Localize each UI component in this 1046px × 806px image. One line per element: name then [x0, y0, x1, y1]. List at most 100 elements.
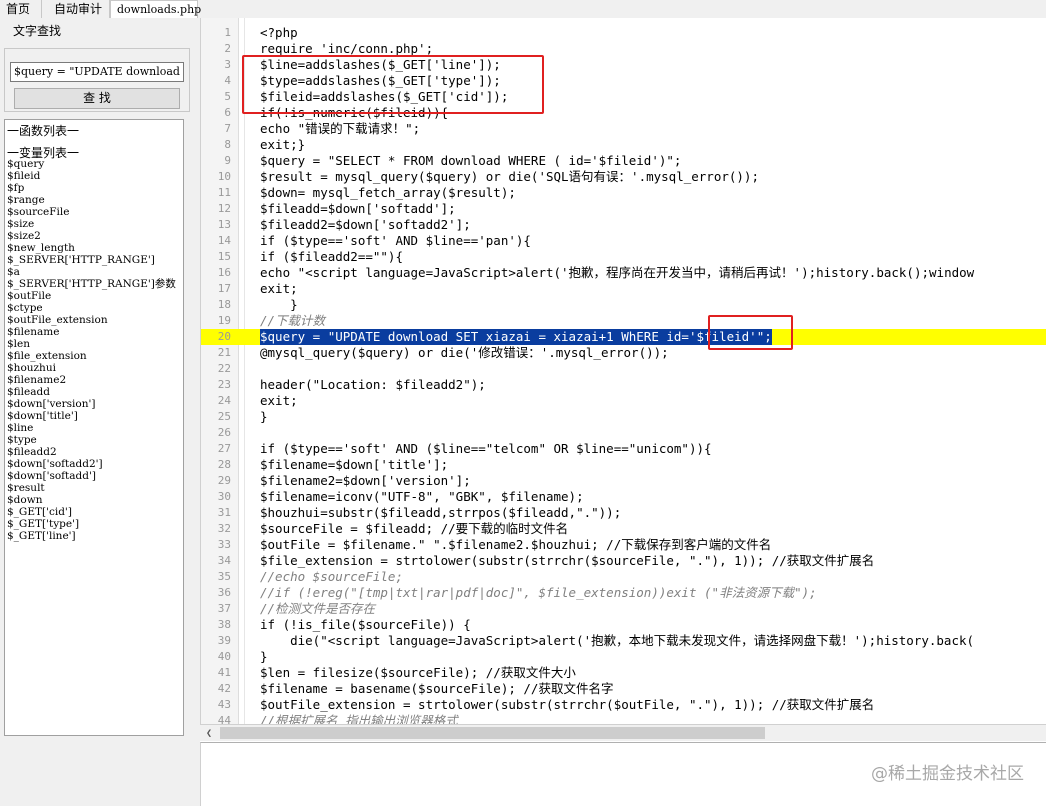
- code-text: echo "错误的下载请求！";: [260, 121, 421, 136]
- variable-item[interactable]: $down['softadd']: [7, 470, 176, 482]
- horizontal-scrollbar[interactable]: ❮: [200, 724, 1046, 741]
- variable-item[interactable]: $result: [7, 482, 176, 494]
- code-line[interactable]: 44 //根据扩展名 指出输出浏览器格式: [201, 713, 1046, 724]
- variable-item[interactable]: $down['softadd2']: [7, 458, 176, 470]
- tab-downloads-php[interactable]: downloads.php: [110, 0, 201, 18]
- code-line[interactable]: 15 if ($fileadd2==""){: [201, 249, 1046, 265]
- line-number: 31: [217, 506, 231, 519]
- line-number: 11: [217, 186, 231, 199]
- variable-item[interactable]: $query: [7, 158, 176, 170]
- symbol-list-panel[interactable]: 一函数列表一 一变量列表一 $query $fileid $fp $range $sou…: [4, 119, 184, 736]
- code-line[interactable]: 22: [201, 361, 1046, 377]
- variable-item[interactable]: $down['title']: [7, 410, 176, 422]
- variable-item[interactable]: $fileadd: [7, 386, 176, 398]
- variable-item[interactable]: $_GET['cid']: [7, 506, 176, 518]
- variable-item[interactable]: $type: [7, 434, 176, 446]
- line-number: 40: [217, 650, 231, 663]
- code-line[interactable]: 10 $result = mysql_query($query) or die('…: [201, 169, 1046, 185]
- variable-item[interactable]: $down: [7, 494, 176, 506]
- code-line[interactable]: 32 $sourceFile = $fileadd; //要下载的临时文件名: [201, 521, 1046, 537]
- find-button[interactable]: 查 找: [14, 88, 180, 109]
- code-line[interactable]: 17 exit;: [201, 281, 1046, 297]
- tab-home[interactable]: 首页: [0, 0, 42, 18]
- variable-item[interactable]: $outFile: [7, 290, 176, 302]
- code-text: $outFile_extension = strtolower(substr(s…: [260, 697, 875, 712]
- variable-item[interactable]: $size2: [7, 230, 176, 242]
- code-line[interactable]: 18 }: [201, 297, 1046, 313]
- code-line[interactable]: 30 $filename=iconv("UTF-8", "GBK", $filen…: [201, 489, 1046, 505]
- line-number: 42: [217, 682, 231, 695]
- variable-item[interactable]: $a: [7, 266, 176, 278]
- search-input[interactable]: $query = "UPDATE download SET: [10, 62, 184, 82]
- code-line[interactable]: 37 //检测文件是否存在: [201, 601, 1046, 617]
- variable-item[interactable]: $_SERVER['HTTP_RANGE']: [7, 254, 176, 266]
- code-line[interactable]: 13 $fileadd2=$down['softadd2'];: [201, 217, 1046, 233]
- code-line[interactable]: 14 if ($type=='soft' AND $line=='pan'){: [201, 233, 1046, 249]
- code-line[interactable]: 21 @mysql_query($query) or die('修改错误：'.my…: [201, 345, 1046, 361]
- code-line[interactable]: 26: [201, 425, 1046, 441]
- code-text: $sourceFile = $fileadd; //要下载的临时文件名: [260, 521, 569, 536]
- code-line[interactable]: 16 echo "<script language=JavaScript>aler…: [201, 265, 1046, 281]
- variable-item[interactable]: $_SERVER['HTTP_RANGE']参数: [7, 278, 176, 290]
- code-line[interactable]: 33 $outFile = $filename." ".$filename2.$h…: [201, 537, 1046, 553]
- variable-item[interactable]: $fileid: [7, 170, 176, 182]
- code-line[interactable]: 20 $query = "UPDATE download SET xiazai =…: [201, 329, 1046, 345]
- code-text: $down= mysql_fetch_array($result);: [260, 185, 516, 200]
- code-editor[interactable]: 1 <?php 2 require 'inc/conn.php'; 3 $line=add…: [200, 18, 1046, 724]
- variable-item[interactable]: $down['version']: [7, 398, 176, 410]
- variable-item[interactable]: $filename2: [7, 374, 176, 386]
- code-text: $filename2=$down['version'];: [260, 473, 471, 488]
- annotation-box-fileid: [708, 315, 793, 350]
- code-line[interactable]: 43 $outFile_extension = strtolower(substr…: [201, 697, 1046, 713]
- variable-item[interactable]: $ctype: [7, 302, 176, 314]
- code-text: echo "<script language=JavaScript>alert(…: [260, 265, 975, 280]
- line-number: 44: [217, 714, 231, 724]
- line-number: 18: [217, 298, 231, 311]
- code-line[interactable]: 11 $down= mysql_fetch_array($result);: [201, 185, 1046, 201]
- code-line[interactable]: 9 $query = "SELECT * FROM download WHERE …: [201, 153, 1046, 169]
- variable-item[interactable]: $size: [7, 218, 176, 230]
- variable-item[interactable]: $line: [7, 422, 176, 434]
- code-line[interactable]: 42 $filename = basename($sourceFile); //获…: [201, 681, 1046, 697]
- code-line[interactable]: 27 if ($type=='soft' AND ($line=="telcom"…: [201, 441, 1046, 457]
- code-line[interactable]: 31 $houzhui=substr($fileadd,strrpos($file…: [201, 505, 1046, 521]
- code-line[interactable]: 41 $len = filesize($sourceFile); //获取文件大小: [201, 665, 1046, 681]
- code-line[interactable]: 38 if (!is_file($sourceFile)) {: [201, 617, 1046, 633]
- line-number: 1: [224, 26, 231, 39]
- code-line[interactable]: 12 $fileadd=$down['softadd'];: [201, 201, 1046, 217]
- scroll-thumb[interactable]: [220, 727, 765, 739]
- code-line[interactable]: 1 <?php: [201, 25, 1046, 41]
- code-text: $result = mysql_query($query) or die('SQ…: [260, 169, 759, 184]
- scroll-left-icon[interactable]: ❮: [202, 725, 216, 742]
- code-line[interactable]: 8 exit;}: [201, 137, 1046, 153]
- code-line[interactable]: 24 exit;: [201, 393, 1046, 409]
- variable-item[interactable]: $_GET['line']: [7, 530, 176, 542]
- code-line[interactable]: 35 //echo $sourceFile;: [201, 569, 1046, 585]
- variable-item[interactable]: $new_length: [7, 242, 176, 254]
- code-line[interactable]: 28 $filename=$down['title'];: [201, 457, 1046, 473]
- code-line[interactable]: 25}: [201, 409, 1046, 425]
- line-number: 10: [217, 170, 231, 183]
- code-line[interactable]: 7 echo "错误的下载请求！";: [201, 121, 1046, 137]
- variable-item[interactable]: $range: [7, 194, 176, 206]
- code-line[interactable]: 19 //下载计数: [201, 313, 1046, 329]
- code-line[interactable]: 40}: [201, 649, 1046, 665]
- variable-item[interactable]: $_GET['type']: [7, 518, 176, 530]
- line-number: 19: [217, 314, 231, 327]
- variable-item[interactable]: $filename: [7, 326, 176, 338]
- line-number: 33: [217, 538, 231, 551]
- variable-item[interactable]: $outFile_extension: [7, 314, 176, 326]
- code-line[interactable]: 39 die("<script language=JavaScript>aler…: [201, 633, 1046, 649]
- code-line[interactable]: 34 $file_extension = strtolower(substr(st…: [201, 553, 1046, 569]
- variable-item[interactable]: $fileadd2: [7, 446, 176, 458]
- code-line[interactable]: 36 //if (!ereg("[tmp|txt|rar|pdf|doc]", $…: [201, 585, 1046, 601]
- variable-item[interactable]: $fp: [7, 182, 176, 194]
- code-line[interactable]: 29 $filename2=$down['version'];: [201, 473, 1046, 489]
- code-text: header("Location: $fileadd2");: [260, 377, 486, 392]
- variable-item[interactable]: $sourceFile: [7, 206, 176, 218]
- variable-item[interactable]: $file_extension: [7, 350, 176, 362]
- tab-auto-audit[interactable]: 自动审计: [48, 0, 110, 18]
- code-line[interactable]: 23 header("Location: $fileadd2");: [201, 377, 1046, 393]
- variable-item[interactable]: $houzhui: [7, 362, 176, 374]
- variable-item[interactable]: $len: [7, 338, 176, 350]
